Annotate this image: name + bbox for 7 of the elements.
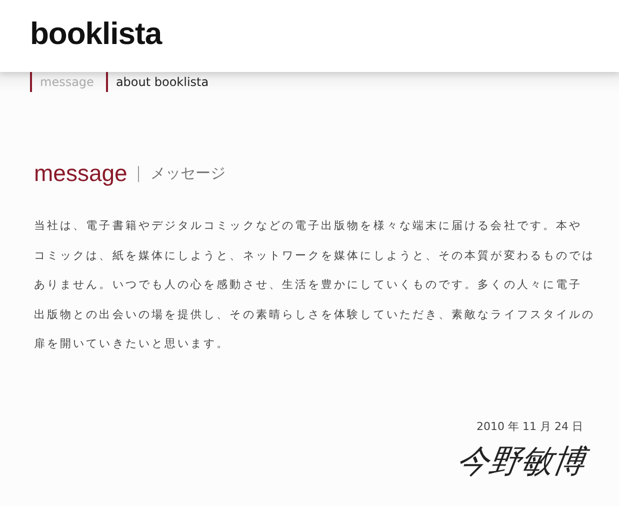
- page-subtitle: メッセージ: [150, 164, 226, 183]
- signature: 今野敏博: [454, 440, 588, 484]
- logo: booklista: [30, 16, 162, 52]
- nav-link[interactable]: about booklista: [106, 72, 221, 92]
- page-title: message: [34, 160, 128, 187]
- message-paragraph: 当社は、電子書籍やデジタルコミックなどの電子出版物を様々な端末に届ける会社です。本や コミックは、紙を媒体にしようと、ネットワークを媒体にしようと、その本質が変わるものでは ありません。いつでも人の心を感動させ、生活を豊かにしていくものです。多くの人々に電子 出版物との出会いの場を提供し、その素晴らしさを体験していただき、素敵なライフスタイルの 扉を開いていきたいと思います。: [34, 218, 596, 352]
- date-text: 2010 年 11 月 24 日: [476, 418, 583, 434]
